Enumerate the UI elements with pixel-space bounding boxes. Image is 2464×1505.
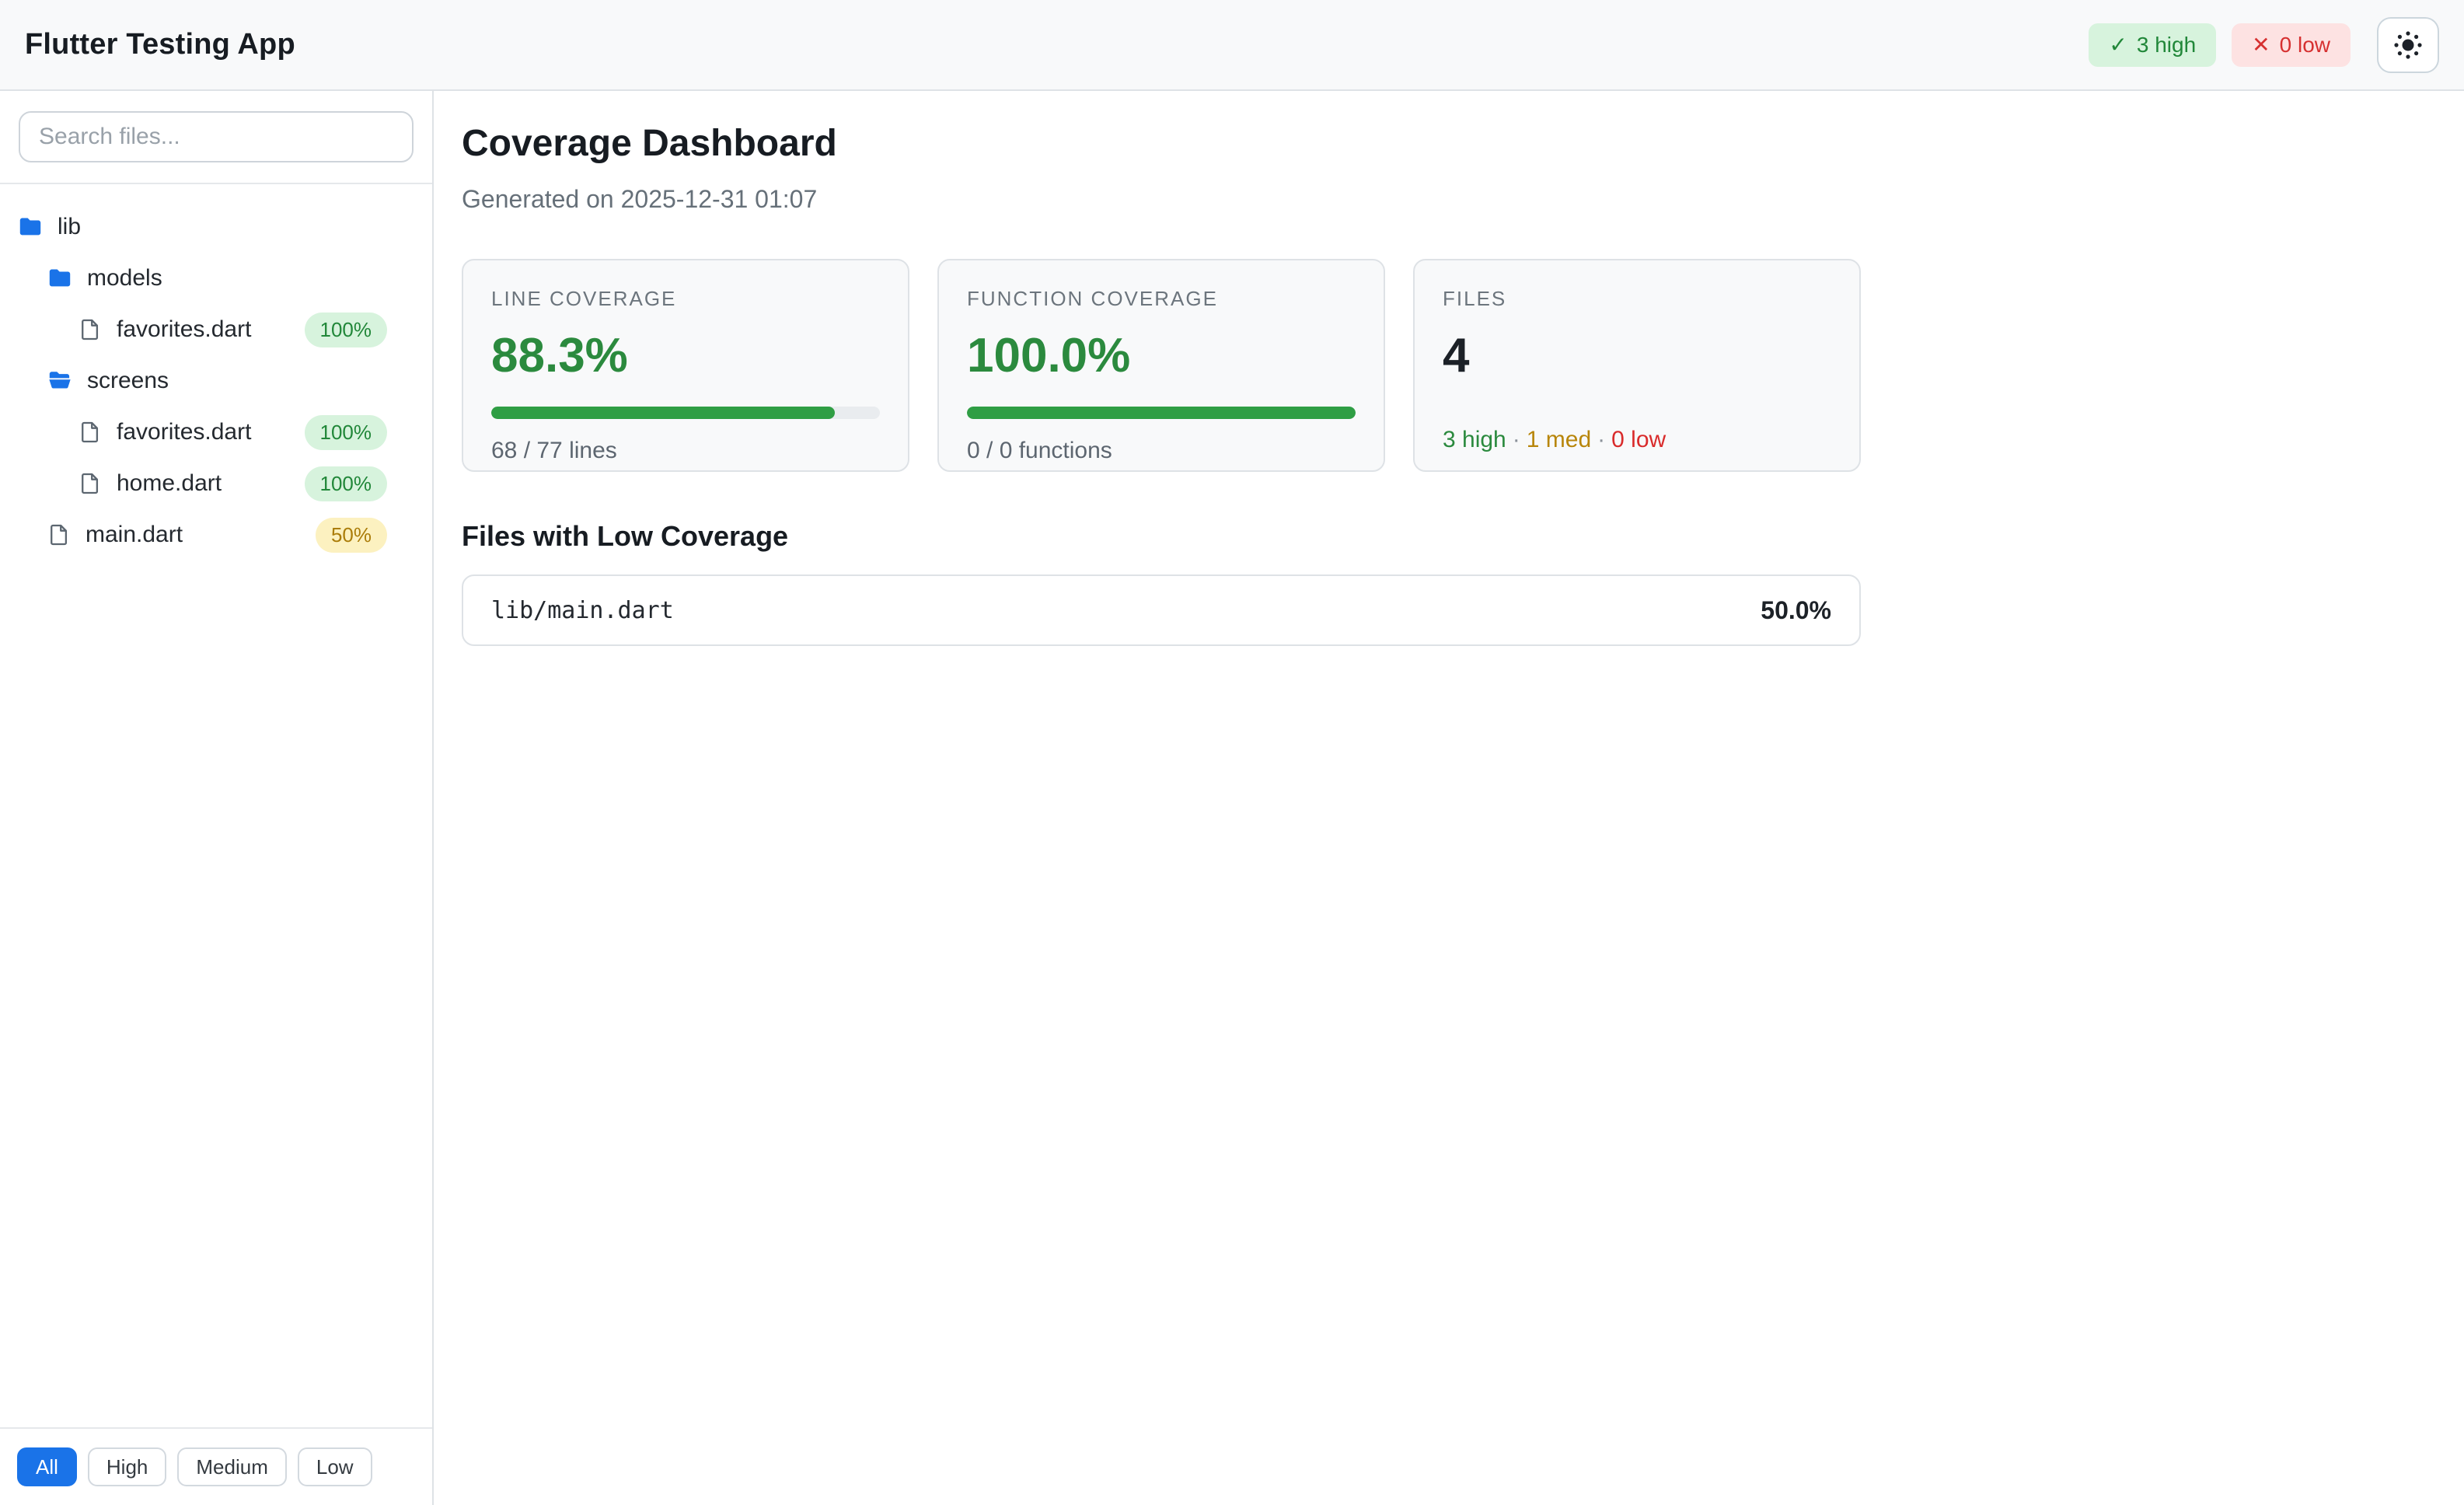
- check-icon: ✓: [2109, 32, 2127, 58]
- files-breakdown: 3 high·1 med·0 low: [1443, 427, 1831, 453]
- x-icon: ✕: [2252, 32, 2270, 58]
- card-label: FUNCTION COVERAGE: [967, 287, 1356, 311]
- files-med-count: 1 med: [1527, 427, 1591, 452]
- file-icon: [78, 471, 103, 496]
- filter-bar: All High Medium Low: [0, 1427, 432, 1505]
- file-tree: lib models favorites.dart 100%: [0, 184, 432, 1427]
- tree-item-label: models: [87, 265, 387, 292]
- sun-icon: [2391, 28, 2425, 62]
- coverage-badge: 50%: [316, 518, 387, 553]
- tree-item-screens[interactable]: screens: [0, 355, 432, 407]
- low-count-badge: ✕ 0 low: [2232, 23, 2351, 67]
- filter-low-button[interactable]: Low: [298, 1447, 372, 1486]
- main-content: Coverage Dashboard Generated on 2025-12-…: [434, 91, 2464, 1505]
- high-count-badge: ✓ 3 high: [2089, 23, 2216, 67]
- low-count-label: 0 low: [2280, 33, 2330, 58]
- low-coverage-row[interactable]: lib/main.dart 50.0%: [462, 574, 1861, 646]
- function-coverage-value: 100.0%: [967, 328, 1356, 383]
- files-low-count: 0 low: [1611, 427, 1666, 452]
- card-label: FILES: [1443, 287, 1831, 311]
- filter-high-button[interactable]: High: [88, 1447, 166, 1486]
- coverage-badge: 100%: [305, 415, 388, 450]
- folder-icon: [47, 265, 73, 292]
- filter-medium-button[interactable]: Medium: [177, 1447, 286, 1486]
- page-title: Coverage Dashboard: [462, 122, 1861, 165]
- progress-fill: [967, 407, 1356, 419]
- progress-track: [967, 407, 1356, 419]
- line-coverage-detail: 68 / 77 lines: [491, 438, 880, 464]
- low-coverage-section-title: Files with Low Coverage: [462, 520, 1861, 553]
- tree-item-label: favorites.dart: [117, 419, 291, 445]
- folder-open-icon: [47, 368, 73, 394]
- high-count-label: 3 high: [2137, 33, 2196, 58]
- function-coverage-detail: 0 / 0 functions: [967, 438, 1356, 464]
- line-coverage-card: LINE COVERAGE 88.3% 68 / 77 lines: [462, 259, 909, 472]
- card-label: LINE COVERAGE: [491, 287, 880, 311]
- theme-toggle-button[interactable]: [2377, 17, 2439, 73]
- tree-item-screens-favorites[interactable]: favorites.dart 100%: [0, 407, 432, 458]
- file-icon: [78, 317, 103, 342]
- files-card: FILES 4 3 high·1 med·0 low: [1413, 259, 1861, 472]
- progress-fill: [491, 407, 835, 419]
- sidebar: lib models favorites.dart 100%: [0, 91, 434, 1505]
- search-input[interactable]: [19, 111, 414, 162]
- separator-dot: ·: [1506, 427, 1527, 452]
- file-icon: [47, 522, 72, 547]
- tree-item-label: lib: [58, 214, 387, 240]
- tree-item-home[interactable]: home.dart 100%: [0, 458, 432, 509]
- tree-item-label: home.dart: [117, 470, 291, 497]
- tree-item-label: favorites.dart: [117, 316, 291, 343]
- filter-all-button[interactable]: All: [17, 1447, 77, 1486]
- tree-item-models[interactable]: models: [0, 253, 432, 304]
- file-icon: [78, 420, 103, 445]
- app-title: Flutter Testing App: [25, 28, 295, 61]
- folder-icon: [17, 214, 44, 240]
- function-coverage-card: FUNCTION COVERAGE 100.0% 0 / 0 functions: [937, 259, 1385, 472]
- stat-cards: LINE COVERAGE 88.3% 68 / 77 lines FUNCTI…: [462, 259, 1861, 472]
- coverage-badge: 100%: [305, 466, 388, 501]
- low-coverage-percent: 50.0%: [1761, 596, 1831, 625]
- search-section: [0, 91, 432, 184]
- tree-item-label: screens: [87, 368, 387, 394]
- line-coverage-value: 88.3%: [491, 328, 880, 383]
- generated-timestamp: Generated on 2025-12-31 01:07: [462, 185, 1861, 214]
- separator-dot: ·: [1591, 427, 1611, 452]
- tree-item-lib[interactable]: lib: [0, 201, 432, 253]
- tree-item-models-favorites[interactable]: favorites.dart 100%: [0, 304, 432, 355]
- tree-item-label: main.dart: [86, 522, 302, 548]
- tree-item-main[interactable]: main.dart 50%: [0, 509, 432, 560]
- low-coverage-file-path: lib/main.dart: [491, 597, 674, 624]
- files-count-value: 4: [1443, 328, 1831, 383]
- topbar: Flutter Testing App ✓ 3 high ✕ 0 low: [0, 0, 2464, 91]
- progress-track: [491, 407, 880, 419]
- files-high-count: 3 high: [1443, 427, 1506, 452]
- coverage-badge: 100%: [305, 313, 388, 347]
- topbar-actions: ✓ 3 high ✕ 0 low: [2089, 17, 2439, 73]
